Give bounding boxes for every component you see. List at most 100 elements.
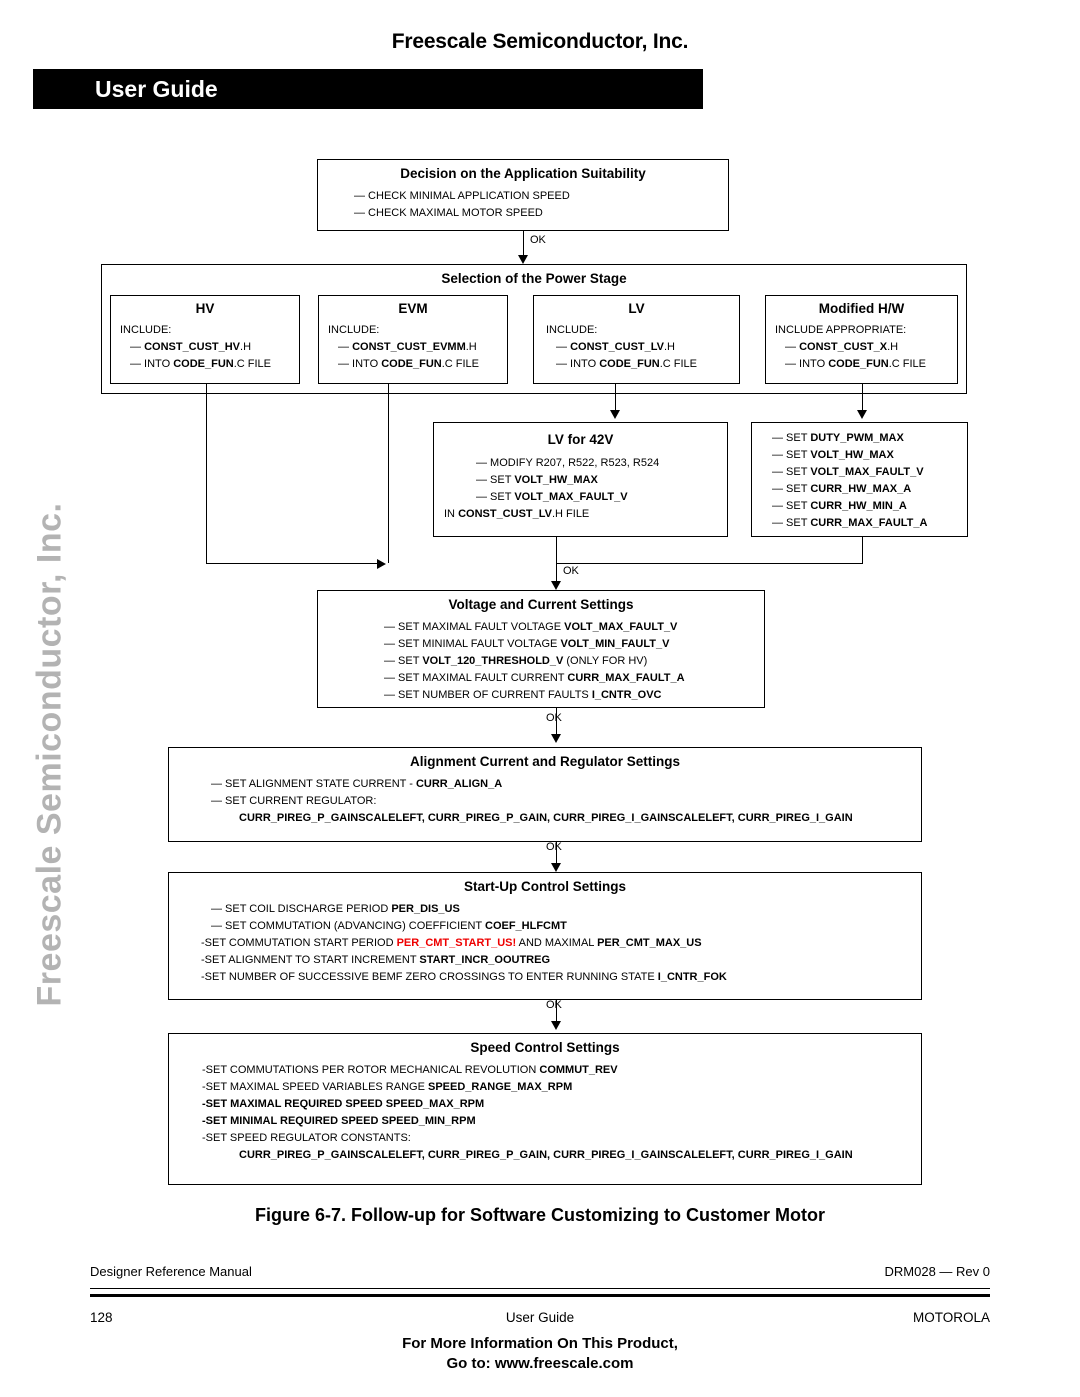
modified-hw-line: — CONST_CUST_X.H [785,341,899,354]
lv-title: LV [628,301,645,316]
arrow-hv-merge [377,559,386,569]
hv-line: — INTO CODE_FUN.C FILE [130,358,272,371]
footer-manual-name: Designer Reference Manual [90,1264,252,1279]
arrow-to-voltage-current [551,581,561,590]
modified-hw-title: Modified H/W [818,301,905,316]
arrow-decision-to-powerstage [518,255,528,264]
footer-rule-thick [90,1294,990,1297]
flowchart: Decision on the Application Suitability … [0,0,1080,1397]
decision-line: — CHECK MINIMAL APPLICATION SPEED [354,190,570,202]
hv-line: — CONST_CUST_HV.H [130,341,252,354]
lv-line: — CONST_CUST_LV.H [556,341,675,354]
lv42-line: — MODIFY R207, R522, R523, R524 [476,457,660,469]
promo-block: For More Information On This Product, Go… [0,1334,1080,1375]
connector-hv-right [206,563,381,564]
speed-settings-box: Speed Control Settings -SET COMMUTATIONS… [168,1033,922,1185]
connector-hv-down [206,384,207,563]
hv-title: HV [195,301,215,316]
evm-lines: INCLUDE: — CONST_CUST_EVMM.H — INTO CODE… [328,322,507,373]
arrow-to-speed [551,1021,561,1030]
promo-line-2: Go to: www.freescale.com [446,1355,634,1373]
voltage-current-line: — SET MINIMAL FAULT VOLTAGE VOLT_MIN_FAU… [384,638,670,651]
evm-line: — INTO CODE_FUN.C FILE [338,358,480,371]
lv-for-42v-title: LV for 42V [547,432,614,447]
connector-evm-down [388,384,389,563]
lv42-line: — SET VOLT_MAX_FAULT_V [476,491,628,504]
arrow-lv-to-lv42 [610,410,620,419]
voltage-current-line: — SET NUMBER OF CURRENT FAULTS I_CNTR_OV… [384,689,662,702]
power-stage-title: Selection of the Power Stage [441,271,627,286]
speed-line: -SET MINIMAL REQUIRED SPEED SPEED_MIN_RP… [202,1115,476,1128]
startup-line: — SET COIL DISCHARGE PERIOD PER_DIS_US [211,903,460,915]
voltage-current-title: Voltage and Current Settings [448,597,634,612]
footer-doc-type: User Guide [505,1310,575,1325]
footer-rule-thin [90,1288,990,1289]
speed-line: -SET COMMUTATIONS PER ROTOR MECHANICAL R… [202,1064,618,1076]
modified-hw-line: INCLUDE APPROPRIATE: [775,324,907,336]
evm-line: INCLUDE: [328,324,380,336]
power-stage-option-hv: HV INCLUDE: — CONST_CUST_HV.H — INTO COD… [110,295,300,384]
arrow-to-startup [551,863,561,872]
startup-title: Start-Up Control Settings [464,879,626,894]
hv-lines: INCLUDE: — CONST_CUST_HV.H — INTO CODE_F… [120,322,299,373]
speed-line: -SET SPEED REGULATOR CONSTANTS: [202,1132,411,1145]
speed-title: Speed Control Settings [470,1040,620,1055]
ok-label-alignment: OK [546,841,562,853]
lv42-line: — SET VOLT_HW_MAX [476,474,598,487]
ok-label-voltage-current: OK [546,712,562,724]
decision-line: — CHECK MAXIMAL MOTOR SPEED [354,207,543,220]
lv-for-42v-box: LV for 42V — MODIFY R207, R522, R523, R5… [433,422,728,537]
lv42-line: IN CONST_CUST_LV.H FILE [444,508,590,521]
ok-label-decision: OK [530,234,546,246]
ok-label-startup: OK [546,999,562,1011]
modified-hw-settings-box: — SET DUTY_PWM_MAX — SET VOLT_HW_MAX — S… [751,422,968,537]
modified-hw-settings-lines: — SET DUTY_PWM_MAX — SET VOLT_HW_MAX — S… [772,430,967,532]
alignment-line: — SET CURRENT REGULATOR: [211,795,377,808]
lv-line: INCLUDE: [546,324,598,336]
modhw-setting-line: — SET CURR_HW_MIN_A [772,500,907,513]
footer-doc-rev: DRM028 — Rev 0 [884,1264,990,1279]
speed-line: -SET MAXIMAL REQUIRED SPEED SPEED_MAX_RP… [202,1098,485,1111]
startup-settings-box: Start-Up Control Settings — SET COIL DIS… [168,872,922,1000]
footer-page-number: 128 [90,1310,113,1325]
modified-hw-lines: INCLUDE APPROPRIATE: — CONST_CUST_X.H — … [775,322,957,373]
power-stage-option-evm: EVM INCLUDE: — CONST_CUST_EVMM.H — INTO … [318,295,508,384]
speed-lines: -SET COMMUTATIONS PER ROTOR MECHANICAL R… [202,1062,921,1164]
voltage-current-line: — SET MAXIMAL FAULT VOLTAGE VOLT_MAX_FAU… [384,621,678,633]
speed-line: CURR_PIREG_P_GAINSCALELEFT, CURR_PIREG_P… [239,1149,853,1162]
startup-line-highlighted: -SET COMMUTATION START PERIOD PER_CMT_ST… [201,937,702,950]
speed-line: -SET MAXIMAL SPEED VARIABLES RANGE SPEED… [202,1081,573,1094]
footer-publisher: MOTOROLA [912,1310,990,1325]
connector-modhw-settings-left [556,563,863,564]
startup-line: -SET NUMBER OF SUCCESSIVE BEMF ZERO CROS… [201,971,727,984]
startup-line: -SET ALIGNMENT TO START INCREMENT START_… [201,954,551,967]
voltage-current-line: — SET VOLT_120_THRESHOLD_V (ONLY FOR HV) [384,655,648,668]
voltage-current-settings-box: Voltage and Current Settings — SET MAXIM… [317,590,765,708]
decision-box-lines: — CHECK MINIMAL APPLICATION SPEED — CHEC… [354,188,728,222]
modhw-setting-line: — SET DUTY_PWM_MAX [772,432,904,444]
alignment-line: CURR_PIREG_P_GAINSCALELEFT, CURR_PIREG_P… [239,812,853,825]
connector-modhw-settings-down [862,537,863,563]
promo-line-1: For More Information On This Product, [402,1335,678,1352]
modified-hw-line: — INTO CODE_FUN.C FILE [785,358,927,371]
voltage-current-lines: — SET MAXIMAL FAULT VOLTAGE VOLT_MAX_FAU… [384,619,764,704]
arrow-modhw-to-settings [857,410,867,419]
modhw-setting-line: — SET CURR_MAX_FAULT_A [772,517,928,530]
startup-line: — SET COMMUTATION (ADVANCING) COEFFICIEN… [211,920,567,933]
voltage-current-line: — SET MAXIMAL FAULT CURRENT CURR_MAX_FAU… [384,672,685,685]
alignment-settings-box: Alignment Current and Regulator Settings… [168,747,922,842]
ok-label-power-stage: OK [563,565,579,577]
figure-caption: Figure 6-7. Follow-up for Software Custo… [255,1205,825,1225]
hv-line: INCLUDE: [120,324,172,336]
modhw-setting-line: — SET CURR_HW_MAX_A [772,483,912,496]
decision-box-title: Decision on the Application Suitability [400,166,646,181]
alignment-title: Alignment Current and Regulator Settings [409,754,680,769]
power-stage-option-modified-hw: Modified H/W INCLUDE APPROPRIATE: — CONS… [765,295,958,384]
lv-lines: INCLUDE: — CONST_CUST_LV.H — INTO CODE_F… [546,322,739,373]
lv-line: — INTO CODE_FUN.C FILE [556,358,698,371]
startup-lines: — SET COIL DISCHARGE PERIOD PER_DIS_US —… [201,901,921,986]
alignment-lines: — SET ALIGNMENT STATE CURRENT - CURR_ALI… [211,776,921,827]
modhw-setting-line: — SET VOLT_MAX_FAULT_V [772,466,924,479]
lv-for-42v-lines: — MODIFY R207, R522, R523, R524 — SET VO… [444,455,727,523]
evm-title: EVM [398,301,428,316]
